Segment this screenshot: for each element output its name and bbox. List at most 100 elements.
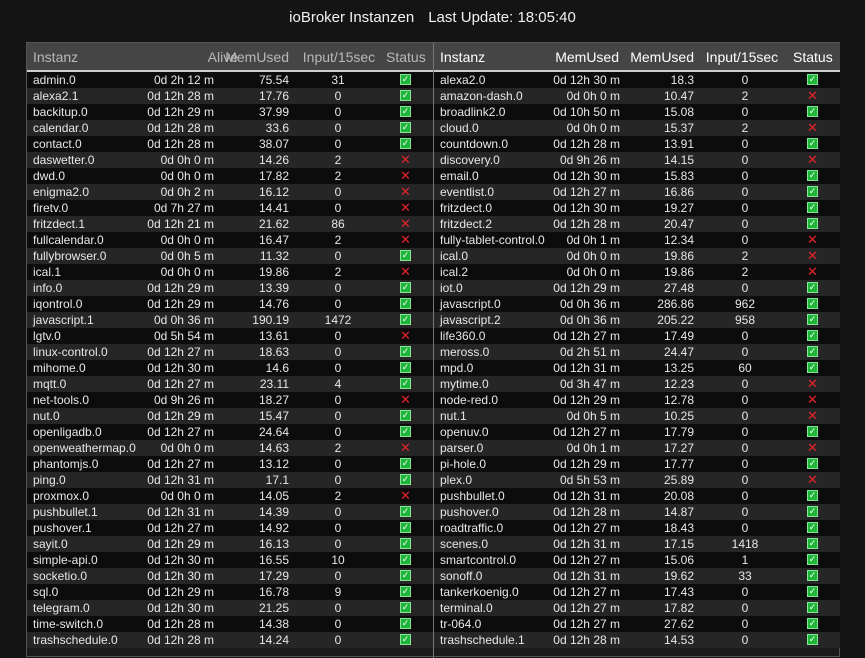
instance-row[interactable]: alexa2.0 0d 12h 30 m 18.3 0 ✓ xyxy=(434,72,840,88)
instance-row[interactable]: alexa2.1 0d 12h 28 m 17.76 0 ✓ xyxy=(27,88,433,104)
instance-name: simple-api.0 xyxy=(33,553,98,567)
instance-row[interactable]: pushover.1 0d 12h 27 m 14.92 0 ✓ xyxy=(27,520,433,536)
instance-row[interactable]: net-tools.0 0d 9h 26 m 18.27 0 ✕ xyxy=(27,392,433,408)
instance-alive: 0d 0h 1 m xyxy=(566,441,620,455)
instance-memused: 14.63 xyxy=(258,441,289,455)
col-header-input[interactable]: Input/15sec xyxy=(702,49,782,65)
col-header-memused[interactable]: MemUsed xyxy=(223,49,289,65)
instance-input: 2 xyxy=(334,441,342,455)
instance-row[interactable]: ical.1 0d 0h 0 m 19.86 2 ✕ xyxy=(27,264,433,280)
instance-row[interactable]: mqtt.0 0d 12h 27 m 23.11 4 ✓ xyxy=(27,376,433,392)
col-header-instanz[interactable]: Instanz xyxy=(33,49,78,65)
status-ok-icon: ✓ xyxy=(400,90,411,101)
instance-row[interactable]: mpd.0 0d 12h 31 m 13.25 60 ✓ xyxy=(434,360,840,376)
instance-row[interactable]: sayit.0 0d 12h 29 m 16.13 0 ✓ xyxy=(27,536,433,552)
instance-row[interactable]: broadlink2.0 0d 10h 50 m 15.08 0 ✓ xyxy=(434,104,840,120)
instance-row[interactable]: node-red.0 0d 12h 29 m 12.78 0 ✕ xyxy=(434,392,840,408)
instance-row[interactable]: calendar.0 0d 12h 28 m 33.6 0 ✓ xyxy=(27,120,433,136)
instance-row[interactable]: smartcontrol.0 0d 12h 27 m 15.06 1 ✓ xyxy=(434,552,840,568)
instance-row[interactable]: admin.0 0d 2h 12 m 75.54 31 ✓ xyxy=(27,72,433,88)
instance-row[interactable]: linux-control.0 0d 12h 27 m 18.63 0 ✓ xyxy=(27,344,433,360)
instance-row[interactable]: cloud.0 0d 0h 0 m 15.37 2 ✕ xyxy=(434,120,840,136)
instance-row[interactable]: pushover.0 0d 12h 28 m 14.87 0 ✓ xyxy=(434,504,840,520)
instance-row[interactable]: trashschedule.1 0d 12h 28 m 14.53 0 ✓ xyxy=(434,632,840,648)
instance-row[interactable]: pi-hole.0 0d 12h 29 m 17.77 0 ✓ xyxy=(434,456,840,472)
instance-row[interactable]: countdown.0 0d 12h 28 m 13.91 0 ✓ xyxy=(434,136,840,152)
instance-row[interactable]: firetv.0 0d 7h 27 m 14.41 0 ✕ xyxy=(27,200,433,216)
instance-row[interactable]: javascript.1 0d 0h 36 m 190.19 1472 ✓ xyxy=(27,312,433,328)
instance-row[interactable]: scenes.0 0d 12h 31 m 17.15 1418 ✓ xyxy=(434,536,840,552)
instance-row[interactable]: sonoff.0 0d 12h 31 m 19.62 33 ✓ xyxy=(434,568,840,584)
instance-row[interactable]: socketio.0 0d 12h 30 m 17.29 0 ✓ xyxy=(27,568,433,584)
instance-row[interactable]: nut.1 0d 0h 5 m 10.25 0 ✕ xyxy=(434,408,840,424)
instance-row[interactable]: fritzdect.2 0d 12h 28 m 20.47 0 ✓ xyxy=(434,216,840,232)
instance-row[interactable]: telegram.0 0d 12h 30 m 21.25 0 ✓ xyxy=(27,600,433,616)
instance-row[interactable]: nut.0 0d 12h 29 m 15.47 0 ✓ xyxy=(27,408,433,424)
instance-row[interactable]: fullybrowser.0 0d 0h 5 m 11.32 0 ✓ xyxy=(27,248,433,264)
instance-row[interactable]: ical.2 0d 0h 0 m 19.86 2 ✕ xyxy=(434,264,840,280)
instance-row[interactable]: fully-tablet-control.0 0d 0h 1 m 12.34 0 ✕ xyxy=(434,232,840,248)
instance-row[interactable]: plex.0 0d 5h 53 m 25.89 0 ✕ xyxy=(434,472,840,488)
instance-memused: 17.43 xyxy=(663,585,694,599)
instance-row[interactable]: ping.0 0d 12h 31 m 17.1 0 ✓ xyxy=(27,472,433,488)
instance-row[interactable]: mytime.0 0d 3h 47 m 12.23 0 ✕ xyxy=(434,376,840,392)
instance-row[interactable]: lgtv.0 0d 5h 54 m 13.61 0 ✕ xyxy=(27,328,433,344)
instance-name: countdown.0 xyxy=(440,137,509,151)
instance-alive: 0d 10h 50 m xyxy=(553,105,620,119)
col-header-instanz[interactable]: Instanz xyxy=(440,49,485,65)
instance-row[interactable]: iot.0 0d 12h 29 m 27.48 0 ✓ xyxy=(434,280,840,296)
instance-row[interactable]: javascript.2 0d 0h 36 m 205.22 958 ✓ xyxy=(434,312,840,328)
instance-name: life360.0 xyxy=(440,329,486,343)
instance-row[interactable]: discovery.0 0d 9h 26 m 14.15 0 ✕ xyxy=(434,152,840,168)
status-ok-icon: ✓ xyxy=(807,522,818,533)
instance-row[interactable]: life360.0 0d 12h 27 m 17.49 0 ✓ xyxy=(434,328,840,344)
instance-row[interactable]: time-switch.0 0d 12h 28 m 14.38 0 ✓ xyxy=(27,616,433,632)
instance-row[interactable]: daswetter.0 0d 0h 0 m 14.26 2 ✕ xyxy=(27,152,433,168)
instance-row[interactable]: trashschedule.0 0d 12h 28 m 14.24 0 ✓ xyxy=(27,632,433,648)
col-header-status[interactable]: Status xyxy=(793,49,833,65)
instance-row[interactable]: amazon-dash.0 0d 0h 0 m 10.47 2 ✕ xyxy=(434,88,840,104)
instance-row[interactable]: tankerkoenig.0 0d 12h 27 m 17.43 0 ✓ xyxy=(434,584,840,600)
col-header-memused[interactable]: MemUsed xyxy=(555,49,619,65)
instance-row[interactable]: dwd.0 0d 0h 0 m 17.82 2 ✕ xyxy=(27,168,433,184)
col-header-input[interactable]: Input/15sec xyxy=(300,49,378,65)
col-header-status[interactable]: Status xyxy=(386,49,426,65)
instance-row[interactable]: fullcalendar.0 0d 0h 0 m 16.47 2 ✕ xyxy=(27,232,433,248)
instance-row[interactable]: proxmox.0 0d 0h 0 m 14.05 2 ✕ xyxy=(27,488,433,504)
instance-row[interactable]: fritzdect.0 0d 12h 30 m 19.27 0 ✓ xyxy=(434,200,840,216)
col-header-memused-2[interactable]: MemUsed xyxy=(630,49,694,65)
instance-name: mqtt.0 xyxy=(33,377,67,391)
instance-row[interactable]: ical.0 0d 0h 0 m 19.86 2 ✕ xyxy=(434,248,840,264)
instance-input: 0 xyxy=(334,537,342,551)
instance-alive: 0d 12h 30 m xyxy=(553,73,620,87)
instance-alive: 0d 9h 26 m xyxy=(153,393,214,407)
instance-row[interactable]: meross.0 0d 2h 51 m 24.47 0 ✓ xyxy=(434,344,840,360)
instance-row[interactable]: mihome.0 0d 12h 30 m 14.6 0 ✓ xyxy=(27,360,433,376)
instance-row[interactable]: info.0 0d 12h 29 m 13.39 0 ✓ xyxy=(27,280,433,296)
instance-row[interactable]: javascript.0 0d 0h 36 m 286.86 962 ✓ xyxy=(434,296,840,312)
instance-row[interactable]: fritzdect.1 0d 12h 21 m 21.62 86 ✕ xyxy=(27,216,433,232)
instance-row[interactable]: terminal.0 0d 12h 27 m 17.82 0 ✓ xyxy=(434,600,840,616)
instance-row[interactable]: phantomjs.0 0d 12h 27 m 13.12 0 ✓ xyxy=(27,456,433,472)
instance-row[interactable]: openligadb.0 0d 12h 27 m 24.64 0 ✓ xyxy=(27,424,433,440)
status-ok-icon: ✓ xyxy=(807,426,818,437)
instance-row[interactable]: pushbullet.1 0d 12h 31 m 14.39 0 ✓ xyxy=(27,504,433,520)
instance-alive: 0d 12h 28 m xyxy=(147,137,214,151)
instance-name: trashschedule.0 xyxy=(33,633,118,647)
instance-row[interactable]: iqontrol.0 0d 12h 29 m 14.76 0 ✓ xyxy=(27,296,433,312)
instance-row[interactable]: contact.0 0d 12h 28 m 38.07 0 ✓ xyxy=(27,136,433,152)
instance-row[interactable]: pushbullet.0 0d 12h 31 m 20.08 0 ✓ xyxy=(434,488,840,504)
instance-memused: 12.23 xyxy=(663,377,694,391)
instance-row[interactable]: sql.0 0d 12h 29 m 16.78 9 ✓ xyxy=(27,584,433,600)
instance-row[interactable]: simple-api.0 0d 12h 30 m 16.55 10 ✓ xyxy=(27,552,433,568)
instance-input: 0 xyxy=(334,281,342,295)
instance-row[interactable]: eventlist.0 0d 12h 27 m 16.86 0 ✓ xyxy=(434,184,840,200)
instance-row[interactable]: email.0 0d 12h 30 m 15.83 0 ✓ xyxy=(434,168,840,184)
instance-row[interactable]: parser.0 0d 0h 1 m 17.27 0 ✕ xyxy=(434,440,840,456)
instance-row[interactable]: tr-064.0 0d 12h 27 m 27.62 0 ✓ xyxy=(434,616,840,632)
instance-row[interactable]: backitup.0 0d 12h 29 m 37.99 0 ✓ xyxy=(27,104,433,120)
instance-row[interactable]: openuv.0 0d 12h 27 m 17.79 0 ✓ xyxy=(434,424,840,440)
instance-row[interactable]: enigma2.0 0d 0h 2 m 16.12 0 ✕ xyxy=(27,184,433,200)
instance-row[interactable]: roadtraffic.0 0d 12h 27 m 18.43 0 ✓ xyxy=(434,520,840,536)
instance-row[interactable]: openweathermap.0 0d 0h 0 m 14.63 2 ✕ xyxy=(27,440,433,456)
